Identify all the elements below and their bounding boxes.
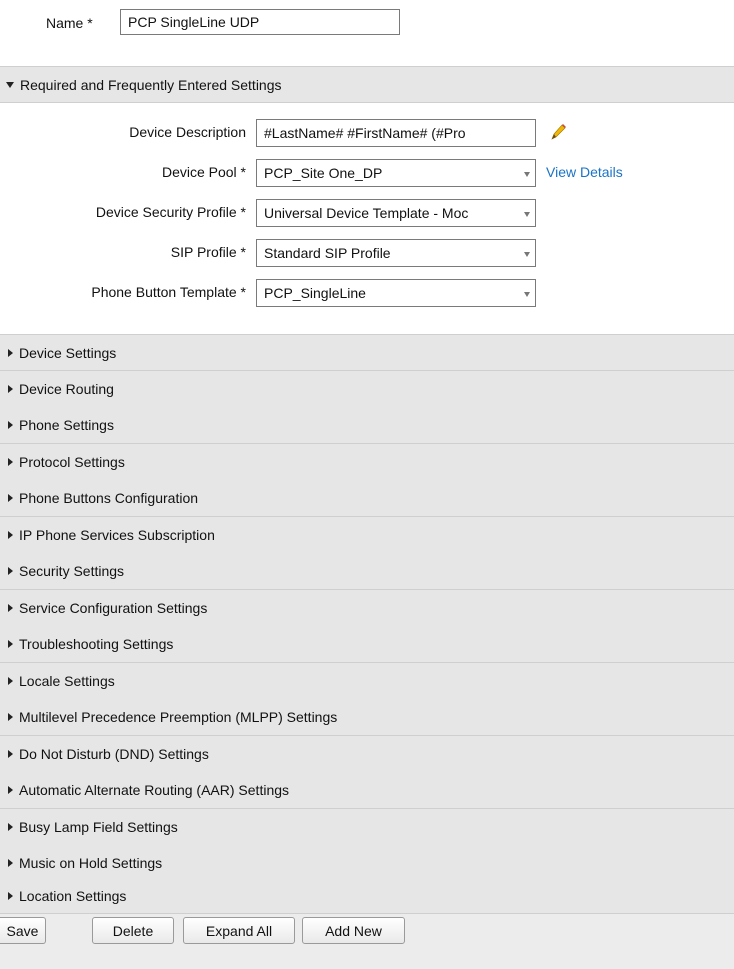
- section-label: Security Settings: [19, 563, 125, 579]
- sip-profile-select[interactable]: Standard SIP Profile: [256, 239, 536, 267]
- collapsed-triangle-icon: [8, 604, 13, 612]
- name-input[interactable]: PCP SingleLine UDP: [120, 9, 400, 35]
- section-label: Locale Settings: [19, 673, 115, 689]
- device-security-profile-select[interactable]: Universal Device Template - Moc: [256, 199, 536, 227]
- view-details-link[interactable]: View Details: [546, 164, 623, 180]
- collapsed-triangle-icon: [8, 458, 13, 466]
- delete-button[interactable]: Delete: [92, 917, 174, 944]
- section-protocol-settings[interactable]: Protocol Settings: [0, 444, 734, 481]
- section-label: Phone Buttons Configuration: [19, 490, 199, 506]
- device-security-profile-value: Universal Device Template - Moc: [264, 205, 469, 221]
- section-phone-settings[interactable]: Phone Settings: [0, 407, 734, 444]
- collapsed-triangle-icon: [8, 567, 13, 575]
- pencil-icon[interactable]: [548, 122, 568, 142]
- section-device-settings[interactable]: Device Settings: [0, 334, 734, 371]
- section-ip-phone-services-subscription[interactable]: IP Phone Services Subscription: [0, 517, 734, 554]
- section-busy-lamp-field-settings[interactable]: Busy Lamp Field Settings: [0, 809, 734, 846]
- section-label: Location Settings: [19, 888, 127, 904]
- phone-button-template-label: Phone Button Template *: [91, 284, 246, 300]
- collapsed-triangle-icon: [8, 385, 13, 393]
- expanded-triangle-icon: [6, 81, 14, 88]
- section-label: Device Settings: [19, 344, 117, 361]
- device-security-profile-label: Device Security Profile *: [95, 204, 246, 220]
- collapsed-triangle-icon: [8, 892, 13, 900]
- device-pool-value: PCP_Site One_DP: [264, 165, 383, 181]
- device-description-label: Device Description: [129, 124, 246, 140]
- collapsed-triangle-icon: [8, 750, 13, 758]
- section-music-on-hold-settings[interactable]: Music on Hold Settings: [0, 845, 734, 882]
- sip-profile-value: Standard SIP Profile: [264, 245, 391, 261]
- section-label: Device Routing: [19, 381, 114, 397]
- section-aar-settings[interactable]: Automatic Alternate Routing (AAR) Settin…: [0, 772, 734, 809]
- section-label: Phone Settings: [19, 417, 114, 433]
- collapsed-triangle-icon: [8, 677, 13, 685]
- collapsed-triangle-icon: [8, 823, 13, 831]
- collapsed-triangle-icon: [8, 713, 13, 721]
- section-security-settings[interactable]: Security Settings: [0, 553, 734, 590]
- section-label: Protocol Settings: [19, 454, 125, 470]
- section-dnd-settings[interactable]: Do Not Disturb (DND) Settings: [0, 736, 734, 773]
- device-description-input[interactable]: #LastName# #FirstName# (#Pro: [256, 119, 536, 147]
- collapsed-triangle-icon: [8, 786, 13, 794]
- section-phone-buttons-configuration[interactable]: Phone Buttons Configuration: [0, 480, 734, 517]
- section-location-settings[interactable]: Location Settings: [0, 879, 734, 914]
- section-label: IP Phone Services Subscription: [19, 527, 215, 543]
- expand-all-button[interactable]: Expand All: [183, 917, 295, 944]
- device-security-profile-row: Device Security Profile * Universal Devi…: [0, 198, 734, 228]
- collapsed-triangle-icon: [8, 494, 13, 502]
- collapsed-triangle-icon: [8, 859, 13, 867]
- section-title-required: Required and Frequently Entered Settings: [20, 76, 282, 93]
- name-label: Name *: [46, 15, 93, 31]
- section-service-configuration-settings[interactable]: Service Configuration Settings: [0, 590, 734, 627]
- section-label: Service Configuration Settings: [19, 600, 208, 616]
- collapsed-triangle-icon: [8, 531, 13, 539]
- sip-profile-row: SIP Profile * Standard SIP Profile: [0, 238, 734, 268]
- section-label: Music on Hold Settings: [19, 855, 163, 871]
- device-pool-label: Device Pool *: [161, 164, 246, 180]
- phone-button-template-value: PCP_SingleLine: [264, 285, 366, 301]
- required-settings-form: Device Description #LastName# #FirstName…: [0, 103, 734, 333]
- section-label: Multilevel Precedence Preemption (MLPP) …: [19, 709, 338, 725]
- section-locale-settings[interactable]: Locale Settings: [0, 663, 734, 700]
- section-label: Do Not Disturb (DND) Settings: [19, 746, 209, 762]
- section-label: Troubleshooting Settings: [19, 636, 174, 652]
- collapsed-triangle-icon: [8, 640, 13, 648]
- section-mlpp-settings[interactable]: Multilevel Precedence Preemption (MLPP) …: [0, 699, 734, 736]
- dropdown-caret-icon: [524, 172, 530, 177]
- save-button[interactable]: Save: [0, 917, 46, 944]
- add-new-button[interactable]: Add New: [302, 917, 405, 944]
- section-header-required[interactable]: Required and Frequently Entered Settings: [0, 66, 734, 103]
- device-pool-row: Device Pool * PCP_Site One_DP View Detai…: [0, 158, 734, 188]
- phone-button-template-select[interactable]: PCP_SingleLine: [256, 279, 536, 307]
- button-bar: Save Delete Expand All Add New: [0, 914, 734, 969]
- phone-button-template-row: Phone Button Template * PCP_SingleLine: [0, 278, 734, 308]
- name-row: Name * PCP SingleLine UDP: [0, 0, 734, 48]
- section-troubleshooting-settings[interactable]: Troubleshooting Settings: [0, 626, 734, 663]
- sip-profile-label: SIP Profile *: [170, 244, 246, 260]
- dropdown-caret-icon: [524, 252, 530, 257]
- section-label: Busy Lamp Field Settings: [19, 819, 178, 835]
- dropdown-caret-icon: [524, 292, 530, 297]
- device-pool-select[interactable]: PCP_Site One_DP: [256, 159, 536, 187]
- section-label: Automatic Alternate Routing (AAR) Settin…: [19, 782, 290, 798]
- device-description-row: Device Description #LastName# #FirstName…: [0, 118, 734, 148]
- collapsed-triangle-icon: [8, 421, 13, 429]
- dropdown-caret-icon: [524, 212, 530, 217]
- section-device-routing[interactable]: Device Routing: [0, 371, 734, 408]
- collapsed-triangle-icon: [8, 348, 13, 357]
